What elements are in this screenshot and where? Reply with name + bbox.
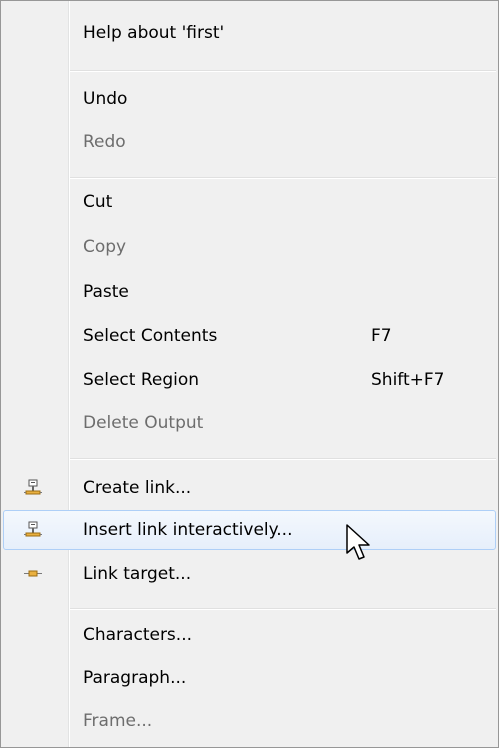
menu-item-undo[interactable]: Undo bbox=[3, 79, 496, 119]
menu-item-shortcut: F7 bbox=[371, 326, 392, 346]
menu-item-label: Redo bbox=[83, 132, 126, 152]
menu-item-copy: Copy bbox=[3, 227, 496, 267]
menu-separator bbox=[70, 70, 496, 72]
menu-item-delete-output: Delete Output bbox=[3, 403, 496, 443]
menu-item-label: Select Region bbox=[83, 370, 200, 390]
menu-item-redo: Redo bbox=[3, 122, 496, 162]
menu-item-paragraph[interactable]: Paragraph... bbox=[3, 658, 496, 698]
menu-item-label: Select Contents bbox=[83, 326, 218, 346]
menu-separator bbox=[70, 458, 496, 460]
menu-item-create-link[interactable]: Create link... bbox=[3, 468, 496, 508]
menu-item-insert-link-interactively[interactable]: Insert link interactively... bbox=[3, 510, 496, 550]
menu-item-select-region[interactable]: Select Region Shift+F7 bbox=[3, 360, 496, 400]
menu-item-label: Frame... bbox=[83, 711, 153, 731]
menu-item-label: Undo bbox=[83, 89, 128, 109]
menu-item-link-target[interactable]: Link target... bbox=[3, 554, 496, 594]
menu-item-label: Help about 'first' bbox=[83, 23, 225, 43]
menu-separator bbox=[70, 177, 496, 179]
menu-separator bbox=[70, 608, 496, 610]
menu-item-frame: Frame... bbox=[3, 701, 496, 741]
menu-item-select-contents[interactable]: Select Contents F7 bbox=[3, 316, 496, 356]
link-icon bbox=[24, 479, 42, 495]
menu-item-help-about[interactable]: Help about 'first' bbox=[3, 13, 496, 53]
menu-item-label: Create link... bbox=[83, 478, 192, 498]
menu-item-label: Insert link interactively... bbox=[83, 520, 293, 540]
menu-item-characters[interactable]: Characters... bbox=[3, 615, 496, 655]
menu-item-label: Paste bbox=[83, 282, 129, 302]
link-icon bbox=[24, 521, 42, 537]
menu-item-label: Copy bbox=[83, 237, 127, 257]
context-menu: Help about 'first' Undo Redo Cut Copy Pa… bbox=[0, 0, 499, 748]
link-target-icon bbox=[24, 570, 42, 577]
menu-item-label: Paragraph... bbox=[83, 668, 187, 688]
menu-item-paste[interactable]: Paste bbox=[3, 272, 496, 312]
mouse-pointer-icon bbox=[346, 524, 370, 560]
menu-item-shortcut: Shift+F7 bbox=[371, 370, 445, 390]
menu-item-label: Cut bbox=[83, 192, 113, 212]
menu-item-label: Delete Output bbox=[83, 413, 204, 433]
menu-item-label: Characters... bbox=[83, 625, 192, 645]
menu-item-label: Link target... bbox=[83, 564, 192, 584]
menu-item-cut[interactable]: Cut bbox=[3, 182, 496, 222]
